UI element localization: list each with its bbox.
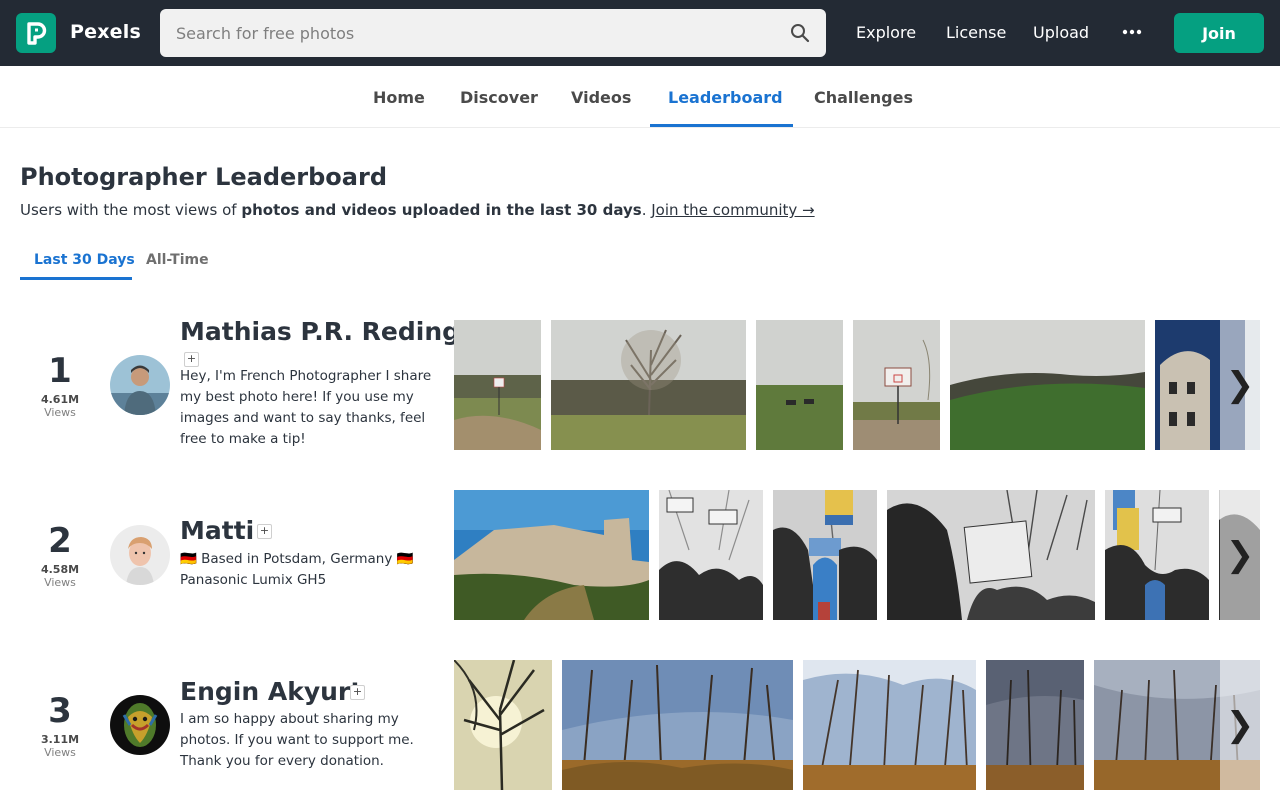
chevron-right-icon: ❯ [1225, 365, 1255, 405]
photographer-name[interactable]: Mathias P.R. Reding [180, 317, 460, 346]
brand-name[interactable]: Pexels [70, 21, 141, 43]
photo-thumbnail[interactable] [756, 320, 843, 450]
photo-thumbnail[interactable] [986, 660, 1084, 790]
photo-thumbnail[interactable] [454, 660, 552, 790]
next-photos-button[interactable]: ❯ [1220, 490, 1260, 620]
chevron-right-icon: ❯ [1225, 535, 1255, 575]
search-input[interactable] [176, 9, 776, 57]
follow-button[interactable]: + [257, 524, 272, 539]
photographer-bio: I am so happy about sharing my photos. I… [180, 711, 414, 769]
leaderboard-row: 2 4.58M Views Matti + 🇩🇪 Based in Potsda… [0, 490, 1280, 620]
more-options-icon[interactable] [1122, 26, 1142, 38]
views-label: Views [44, 746, 76, 759]
next-photos-button[interactable]: ❯ [1220, 660, 1260, 790]
join-button[interactable]: Join [1174, 13, 1264, 53]
views-count: 3.11M [40, 733, 80, 746]
search-bar [160, 9, 826, 57]
leaderboard-row: 3 3.11M Views Engin Akyurt + I am so hap… [0, 660, 1280, 790]
photo-thumbnail[interactable] [773, 490, 877, 620]
page-subtitle: Users with the most views of photos and … [20, 201, 815, 219]
photo-strip: ❯ [454, 490, 1260, 620]
views-count: 4.61M [40, 393, 80, 406]
photo-thumbnail[interactable] [803, 660, 976, 790]
chevron-right-icon: ❯ [1225, 705, 1255, 745]
photo-thumbnail[interactable] [887, 490, 1095, 620]
photo-strip: ❯ [454, 320, 1260, 450]
views-count: 4.58M [40, 563, 80, 576]
tab-home[interactable]: Home [373, 88, 425, 107]
nav-license[interactable]: License [946, 23, 1006, 42]
photo-thumbnail[interactable] [454, 320, 541, 450]
rank-number: 2 [48, 521, 72, 561]
photo-thumbnail[interactable] [562, 660, 793, 790]
subtitle-text: Users with the most views of [20, 201, 242, 219]
subtitle-period: . [641, 201, 647, 219]
photographer-bio: Hey, I'm French Photographer I share my … [180, 368, 432, 447]
search-icon[interactable] [790, 23, 810, 43]
photo-thumbnail[interactable] [659, 490, 763, 620]
photo-thumbnail[interactable] [454, 490, 649, 620]
views-label: Views [44, 576, 76, 589]
avatar[interactable] [110, 525, 170, 585]
photographer-name[interactable]: Matti [180, 516, 254, 545]
photo-thumbnail[interactable] [853, 320, 940, 450]
top-bar: Pexels Explore License Upload Join [0, 0, 1280, 66]
subtitle-emphasis: photos and videos uploaded in the last 3… [241, 201, 642, 219]
tab-challenges[interactable]: Challenges [814, 88, 913, 107]
rank-number: 3 [48, 691, 72, 731]
section-nav: Home Discover Videos Leaderboard Challen… [0, 66, 1280, 128]
photo-thumbnail[interactable] [551, 320, 746, 450]
photographer-bio: 🇩🇪 Based in Potsdam, Germany 🇩🇪 Panasoni… [180, 551, 414, 588]
page-title: Photographer Leaderboard [20, 163, 388, 191]
tab-all-time[interactable]: All-Time [146, 252, 209, 268]
tab-leaderboard[interactable]: Leaderboard [668, 88, 783, 107]
avatar[interactable] [110, 355, 170, 415]
tab-videos[interactable]: Videos [571, 88, 631, 107]
tab-discover[interactable]: Discover [460, 88, 538, 107]
period-tab-indicator [20, 277, 132, 280]
nav-explore[interactable]: Explore [856, 23, 916, 42]
avatar[interactable] [110, 695, 170, 755]
views-label: Views [44, 406, 76, 419]
pexels-logo-icon[interactable] [16, 13, 56, 53]
join-community-link[interactable]: Join the community → [651, 201, 814, 219]
photographer-name[interactable]: Engin Akyurt [180, 677, 362, 706]
active-tab-indicator [650, 124, 793, 127]
follow-button[interactable]: + [184, 352, 199, 367]
rank-number: 1 [48, 351, 72, 391]
follow-button[interactable]: + [350, 685, 365, 700]
nav-upload[interactable]: Upload [1033, 23, 1089, 42]
photo-thumbnail[interactable] [1105, 490, 1209, 620]
tab-last-30-days[interactable]: Last 30 Days [34, 252, 135, 268]
leaderboard-row: 1 4.61M Views Mathias P.R. Reding + Hey,… [0, 317, 1280, 450]
photo-thumbnail[interactable] [950, 320, 1145, 450]
next-photos-button[interactable]: ❯ [1220, 320, 1260, 450]
photo-strip: ❯ [454, 660, 1260, 790]
